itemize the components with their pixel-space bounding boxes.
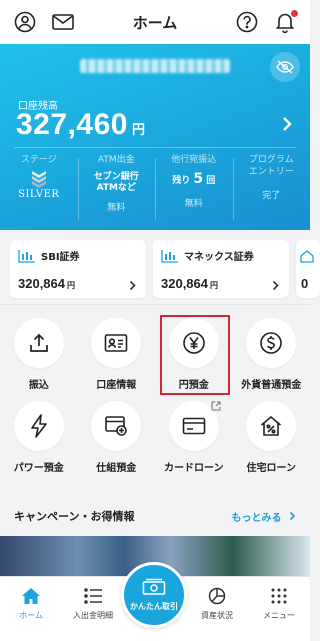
securities-name: マネックス証券 xyxy=(184,252,254,263)
notification-badge xyxy=(291,10,298,17)
mail-icon[interactable] xyxy=(52,11,74,33)
hide-balance-eye-icon[interactable] xyxy=(270,52,300,82)
house-percent-icon xyxy=(261,415,282,436)
stock-chart-icon xyxy=(161,249,178,263)
credit-card-icon xyxy=(182,417,206,435)
securities-name: SBI証券 xyxy=(41,252,80,263)
menu-label: 円預金 xyxy=(178,380,209,391)
yen-icon xyxy=(182,332,205,354)
chevron-right-icon xyxy=(129,276,136,295)
nav-label: ホーム xyxy=(19,611,43,620)
card-plus-icon xyxy=(105,416,128,436)
nav-label: 資産状況 xyxy=(201,611,233,620)
securities-amount: 320,864 xyxy=(18,276,65,291)
menu-card-loan[interactable]: カードローン xyxy=(155,401,233,474)
help-icon[interactable] xyxy=(236,11,258,33)
menu-label: カードローン xyxy=(164,463,224,474)
list-icon xyxy=(84,588,102,604)
see-more-label: もっとみる xyxy=(231,512,282,524)
menu-label: パワー預金 xyxy=(13,463,64,474)
menu-label: 住宅ローン xyxy=(246,463,297,474)
divider xyxy=(14,147,296,148)
stat-transfer-label: 他行宛振込 xyxy=(171,155,217,165)
home-icon xyxy=(22,588,40,604)
stat-atm-line1: セブン銀行 xyxy=(93,172,139,182)
menu-label: 外貨普通預金 xyxy=(241,380,302,391)
cash-icon xyxy=(142,578,166,595)
stat-transfer-prefix: 残り xyxy=(172,176,191,186)
stat-program-status: 完了 xyxy=(262,191,281,201)
menu-label: 口座情報 xyxy=(96,380,137,391)
quick-transaction-button[interactable]: かんたん取引 xyxy=(121,562,187,628)
stats-row: ステージ SILVER ATM出金 セブン銀行 ATMなど 無料 他行宛振込 残… xyxy=(0,154,311,220)
chevron-stack-icon xyxy=(31,171,46,188)
chevron-right-icon xyxy=(289,511,296,520)
stat-atm[interactable]: ATM出金 セブン銀行 ATMなど 無料 xyxy=(77,154,156,220)
securities-amount: 320,864 xyxy=(161,276,208,291)
dollar-icon xyxy=(260,332,283,354)
menu-yen-deposit[interactable]: 円預金 xyxy=(155,318,233,391)
stat-transfer-suffix: 回 xyxy=(206,176,216,186)
stat-transfer-fee: 無料 xyxy=(184,199,203,209)
nav-label: メニュー xyxy=(263,611,295,620)
balance-card[interactable]: 口座残高 327,460 円 ステージ SILVER ATM出金 セブン銀行 AT… xyxy=(0,44,310,230)
nav-label: 入出金明細 xyxy=(73,611,113,620)
nav-home[interactable]: ホーム xyxy=(0,577,62,641)
securities-unit: 円 xyxy=(210,281,218,290)
house-icon xyxy=(300,250,314,263)
securities-card-partial[interactable]: 0 xyxy=(296,240,320,298)
securities-unit: 円 xyxy=(67,281,75,290)
profile-icon[interactable] xyxy=(14,11,36,33)
silver-stage-text: SILVER xyxy=(18,189,60,200)
nav-menu[interactable]: メニュー xyxy=(248,577,310,641)
chevron-right-icon xyxy=(272,276,279,295)
quick-transaction-label: かんたん取引 xyxy=(130,602,178,611)
stat-atm-line2: ATMなど xyxy=(96,183,136,193)
chevron-right-icon[interactable] xyxy=(282,116,292,136)
lightning-icon xyxy=(30,414,47,438)
stock-chart-icon xyxy=(18,249,35,263)
menu-structured-deposit[interactable]: 仕組預金 xyxy=(78,401,156,474)
stat-program-label-2: エントリー xyxy=(248,167,294,177)
id-card-icon xyxy=(104,334,128,352)
quick-menu: 振込 口座情報 円預金 外貨普通預金 パワー預金 仕組預金 カードローン 住宅ロ… xyxy=(0,318,310,484)
menu-foreign-currency[interactable]: 外貨普通預金 xyxy=(233,318,311,391)
balance-amount: 327,460 xyxy=(16,108,128,141)
securities-amount: 0 xyxy=(301,276,309,291)
balance-unit: 円 xyxy=(131,122,146,137)
pie-chart-icon xyxy=(208,587,226,605)
menu-label: 振込 xyxy=(28,380,49,391)
stat-transfer-count: 5 xyxy=(193,171,204,187)
notification-bell-icon[interactable] xyxy=(274,10,298,33)
nav-history[interactable]: 入出金明細 xyxy=(62,577,124,641)
balance-value: 327,460 円 xyxy=(16,108,145,142)
account-number-masked xyxy=(80,59,230,73)
external-link-icon xyxy=(210,396,221,415)
stat-program-label-1: プログラム xyxy=(248,155,294,165)
menu-label: 仕組預金 xyxy=(96,463,137,474)
see-more-link[interactable]: もっとみる xyxy=(232,509,296,524)
stat-transfer[interactable]: 他行宛振込 残り 5 回 無料 xyxy=(155,154,233,220)
campaign-header: キャンペーン・お得情報 もっとみる xyxy=(14,508,296,524)
silver-stage-badge: SILVER xyxy=(0,168,78,200)
stat-stage[interactable]: ステージ SILVER xyxy=(0,154,78,213)
top-bar: ホーム xyxy=(0,0,310,44)
upload-icon xyxy=(29,333,48,352)
securities-card-sbi[interactable]: SBI証券 320,864 円 xyxy=(10,240,146,298)
menu-transfer[interactable]: 振込 xyxy=(0,318,78,391)
securities-card-monex[interactable]: マネックス証券 320,864 円 xyxy=(153,240,289,298)
menu-power-deposit[interactable]: パワー預金 xyxy=(0,401,78,474)
stat-program[interactable]: プログラム エントリー 完了 xyxy=(232,154,311,220)
nav-assets[interactable]: 資産状況 xyxy=(186,577,248,641)
grid-dots-icon xyxy=(271,588,287,604)
menu-account-info[interactable]: 口座情報 xyxy=(78,318,156,391)
campaign-title: キャンペーン・お得情報 xyxy=(14,510,135,523)
stat-atm-label: ATM出金 xyxy=(97,155,135,165)
divider xyxy=(0,304,310,305)
securities-carousel[interactable]: SBI証券 320,864 円 マネックス証券 320,864 円 0 xyxy=(10,240,320,298)
stat-stage-label: ステージ xyxy=(20,155,57,165)
stat-atm-fee: 無料 xyxy=(107,203,126,213)
menu-housing-loan[interactable]: 住宅ローン xyxy=(233,401,311,474)
